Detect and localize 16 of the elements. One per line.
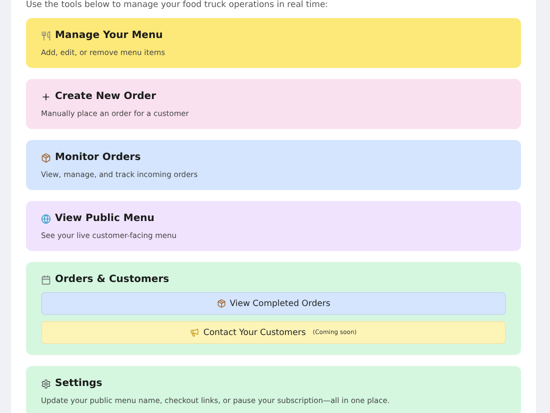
plus-icon [41, 92, 51, 102]
megaphone-icon [190, 328, 200, 337]
package-icon [216, 299, 226, 308]
intro-text: Use the tools below to manage your food truck operations in real time: [26, 0, 330, 10]
globe-icon [41, 214, 51, 224]
calendar-icon [41, 274, 51, 284]
utensils-icon [41, 30, 51, 40]
card-title: Manage Your Menu [55, 29, 163, 42]
settings-icon [41, 378, 51, 388]
card-title: Monitor Orders [55, 151, 141, 164]
card-title: Settings [55, 377, 102, 390]
package-icon [41, 152, 51, 162]
card-title: View Public Menu [55, 212, 154, 225]
card-title: Orders & Customers [55, 273, 170, 286]
action-button[interactable]: View Completed Orders [41, 292, 506, 315]
card-title: Create New Order [55, 90, 156, 103]
